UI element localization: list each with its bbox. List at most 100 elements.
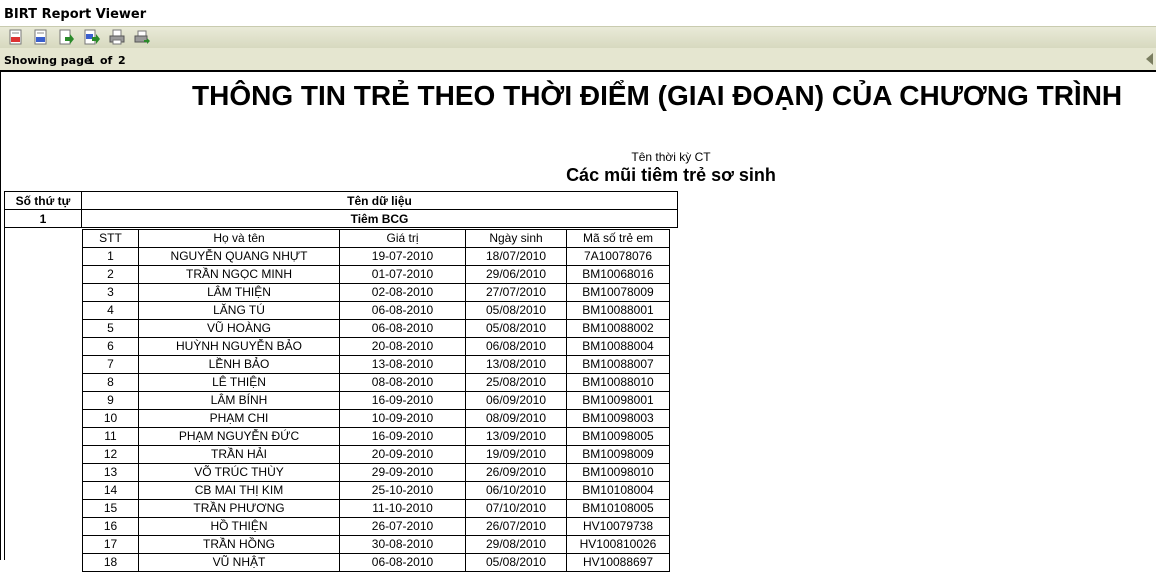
row-birthdate: 27/07/2010 [465,283,567,302]
row-value: 02-08-2010 [339,283,466,302]
row-name: CB MAI THỊ KIM [138,481,340,500]
row-birthdate: 07/10/2010 [465,499,567,518]
current-page: 1 [87,54,95,67]
row-stt: 11 [82,427,139,446]
row-birthdate: 06/08/2010 [465,337,567,356]
row-value: 16-09-2010 [339,391,466,410]
row-birthdate: 13/09/2010 [465,427,567,446]
table-row: 6 HUỲNH NGUYỄN BẢO 20-08-2010 06/08/2010 BM1… [82,337,670,356]
row-stt: 7 [82,355,139,374]
row-child-id: HV100810026 [566,535,670,554]
print-server-icon[interactable] [134,29,150,45]
group-row: 1 Tiêm BCG [4,209,678,228]
row-birthdate: 25/08/2010 [465,373,567,392]
table-row: 18 VŨ NHẬT 06-08-2010 05/08/2010 HV10088697 [82,553,670,572]
row-child-id: BM10098010 [566,463,670,482]
row-stt: 17 [82,535,139,554]
row-name: NGUYỄN QUANG NHỰT [138,247,340,266]
row-stt: 14 [82,481,139,500]
collapse-arrow-icon[interactable] [1146,53,1153,65]
row-child-id: BM10088004 [566,337,670,356]
row-child-id: BM10098001 [566,391,670,410]
col-name: Họ và tên [138,229,340,248]
period-label: Tên thời kỳ CT [631,150,711,164]
row-birthdate: 08/09/2010 [465,409,567,428]
report-title: THÔNG TIN TRẺ THEO THỜI ĐIỂM (GIAI ĐOẠN)… [192,80,1123,111]
total-pages: 2 [118,54,126,67]
row-value: 13-08-2010 [339,355,466,374]
row-name: HỒ THIỆN [138,517,340,536]
row-name: LĂNG TÚ [138,301,340,320]
row-value: 30-08-2010 [339,535,466,554]
row-stt: 18 [82,553,139,572]
table-row: 7 LỀNH BẢO 13-08-2010 13/08/2010 BM10088007 [82,355,670,374]
header-data-name: Tên dữ liệu [81,191,678,210]
row-stt: 15 [82,499,139,518]
table-row: 16 HỒ THIỆN 26-07-2010 26/07/2010 HV10079738 [82,517,670,536]
row-birthdate: 29/08/2010 [465,535,567,554]
table-row: 3 LÂM THIỆN 02-08-2010 27/07/2010 BM10078009 [82,283,670,302]
row-name: VŨ HOÀNG [138,319,340,338]
row-name: PHẠM NGUYỄN ĐỨC [138,427,340,446]
export-report-icon[interactable] [84,29,100,45]
row-value: 08-08-2010 [339,373,466,392]
inner-header-row: STT Họ và tên Giá trị Ngày sinh Mã số tr… [82,229,670,248]
row-value: 20-09-2010 [339,445,466,464]
row-birthdate: 06/10/2010 [465,481,567,500]
header-index: Số thứ tự [4,191,82,210]
row-child-id: BM10088010 [566,373,670,392]
row-name: PHẠM CHI [138,409,340,428]
export-data-icon[interactable] [58,29,74,45]
toc-icon[interactable] [8,29,24,45]
row-value: 25-10-2010 [339,481,466,500]
table-row: 17 TRẦN HỒNG 30-08-2010 29/08/2010 HV1008100… [82,535,670,554]
row-birthdate: 26/09/2010 [465,463,567,482]
row-child-id: BM10078009 [566,283,670,302]
row-child-id: BM10088002 [566,319,670,338]
page-of-label: of [100,54,113,67]
row-value: 06-08-2010 [339,553,466,572]
row-name: TRẦN NGỌC MINH [138,265,340,284]
row-birthdate: 06/09/2010 [465,391,567,410]
row-child-id: BM10098009 [566,445,670,464]
row-name: LÂM THIỆN [138,283,340,302]
col-value: Giá trị [339,229,466,248]
col-birthdate: Ngày sinh [465,229,567,248]
row-name: LÊ THIỆN [138,373,340,392]
period-value: Các mũi tiêm trẻ sơ sinh [566,165,776,185]
children-table: STT Họ và tên Giá trị Ngày sinh Mã số tr… [82,229,670,572]
table-row: 10 PHẠM CHI 10-09-2010 08/09/2010 BM10098003 [82,409,670,428]
table-row: 11 PHẠM NGUYỄN ĐỨC 16-09-2010 13/09/2010 BM1… [82,427,670,446]
row-name: LÂM BÍNH [138,391,340,410]
row-stt: 16 [82,517,139,536]
row-value: 20-08-2010 [339,337,466,356]
row-birthdate: 18/07/2010 [465,247,567,266]
table-row: 8 LÊ THIỆN 08-08-2010 25/08/2010 BM10088010 [82,373,670,392]
table-row: 4 LĂNG TÚ 06-08-2010 05/08/2010 BM10088001 [82,301,670,320]
row-child-id: BM10088007 [566,355,670,374]
print-icon[interactable] [109,29,125,45]
toolbar [0,26,1156,49]
row-child-id: 7A10078076 [566,247,670,266]
table-row: 14 CB MAI THỊ KIM 25-10-2010 06/10/2010 BM10… [82,481,670,500]
row-name: TRẦN HỒNG [138,535,340,554]
parameters-icon[interactable] [33,29,49,45]
table-row: 2 TRẦN NGỌC MINH 01-07-2010 29/06/2010 BM100… [82,265,670,284]
row-stt: 4 [82,301,139,320]
group-index-column [4,228,82,560]
table-row: 13 VÕ TRÚC THÙY 29-09-2010 26/09/2010 BM1009… [82,463,670,482]
col-stt: STT [82,229,139,248]
row-stt: 8 [82,373,139,392]
row-value: 26-07-2010 [339,517,466,536]
app-title: BIRT Report Viewer [4,7,147,22]
row-value: 01-07-2010 [339,265,466,284]
outer-header-row: Số thứ tự Tên dữ liệu [4,191,678,210]
row-stt: 12 [82,445,139,464]
row-value: 06-08-2010 [339,319,466,338]
table-row: 15 TRẦN PHƯƠNG 11-10-2010 07/10/2010 BM10108… [82,499,670,518]
row-birthdate: 26/07/2010 [465,517,567,536]
table-row: 5 VŨ HOÀNG 06-08-2010 05/08/2010 BM10088002 [82,319,670,338]
group-name: Tiêm BCG [81,209,678,228]
row-child-id: HV10079738 [566,517,670,536]
row-birthdate: 05/08/2010 [465,553,567,572]
